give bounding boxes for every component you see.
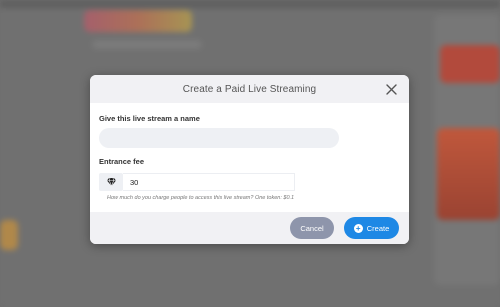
dialog-header: Create a Paid Live Streaming (90, 75, 409, 103)
close-button[interactable] (383, 81, 399, 97)
cancel-button[interactable]: Cancel (290, 217, 334, 239)
close-icon (385, 83, 397, 95)
entrance-fee-label: Entrance fee (99, 157, 145, 166)
create-button[interactable]: + Create (344, 217, 399, 239)
background-card (0, 220, 18, 250)
background-top-bar (0, 0, 500, 8)
background-card (437, 128, 500, 220)
token-addon (99, 173, 123, 191)
dialog-body: Give this live stream a name Entrance fe… (90, 103, 409, 224)
gem-icon (106, 178, 116, 186)
background-logo (84, 10, 192, 32)
create-live-stream-dialog: Create a Paid Live Streaming Give this l… (90, 75, 409, 244)
dialog-title: Create a Paid Live Streaming (182, 83, 317, 95)
entrance-fee-help: How much do you charge people to access … (107, 195, 295, 201)
stream-name-label: Give this live stream a name (99, 114, 200, 123)
entrance-fee-field (99, 173, 400, 191)
background-card (440, 45, 500, 83)
cancel-button-label: Cancel (300, 223, 324, 233)
dialog-footer: Cancel + Create (90, 212, 409, 244)
plus-circle-icon: + (353, 223, 363, 233)
background-subtitle (92, 40, 202, 49)
create-button-label: Create (366, 223, 390, 233)
entrance-fee-input[interactable] (123, 173, 295, 191)
stream-name-input[interactable] (99, 128, 339, 148)
